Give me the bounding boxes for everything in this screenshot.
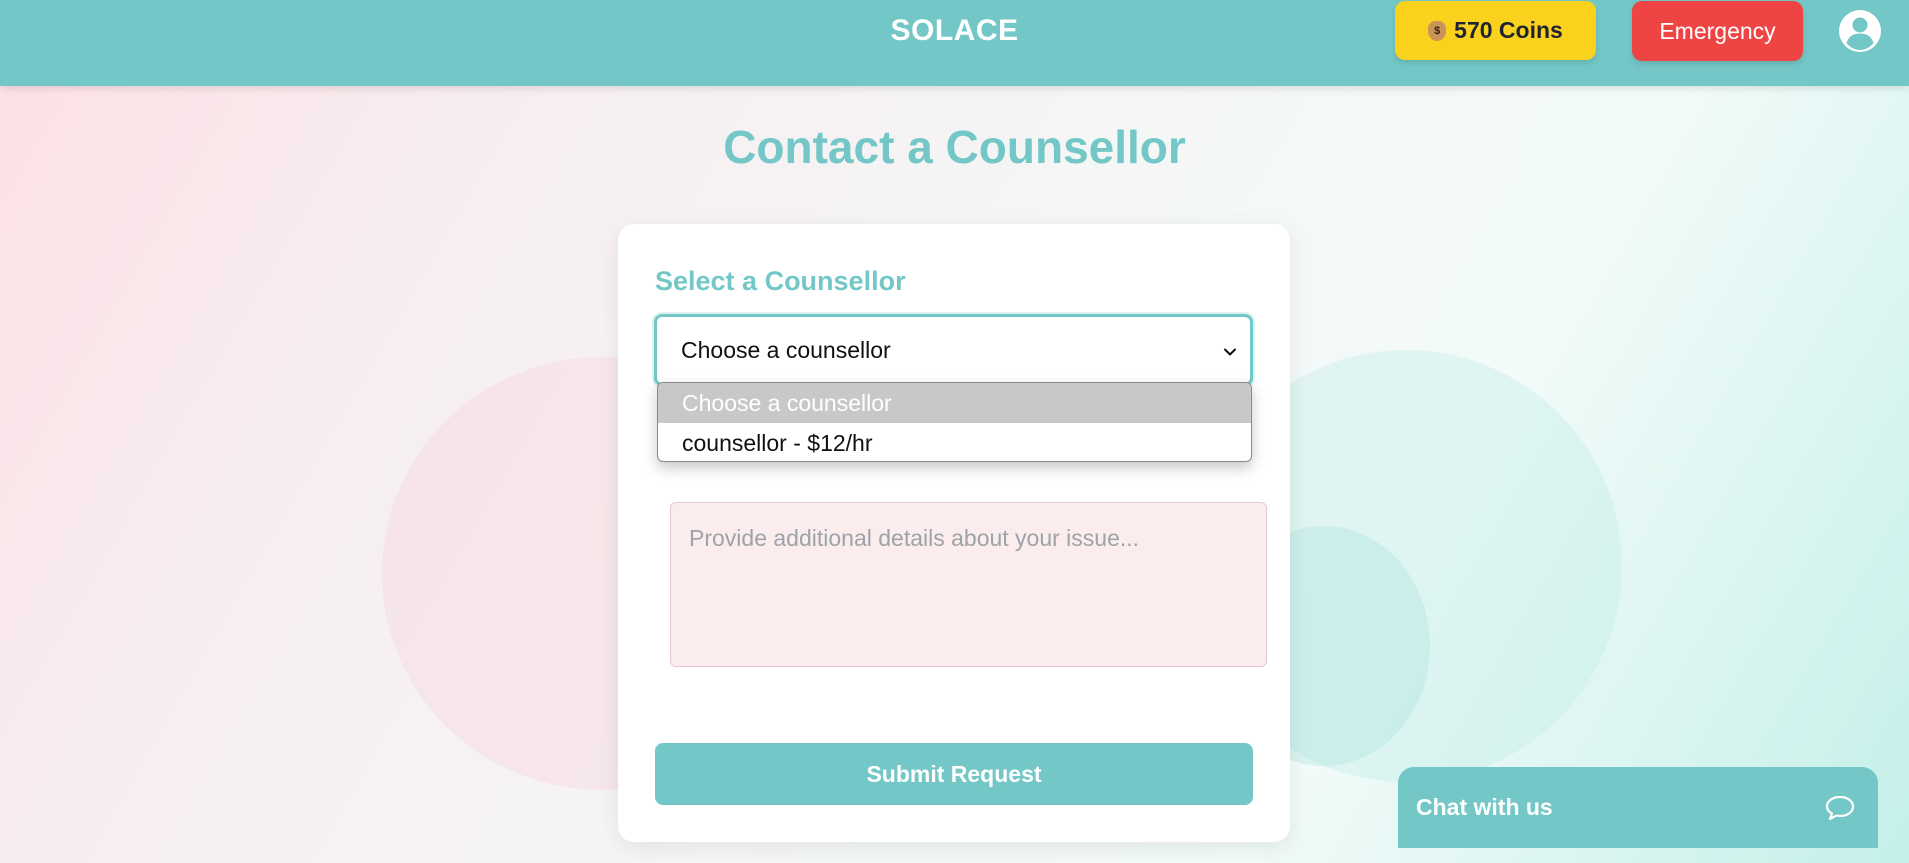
money-bag-icon: $ [1428,20,1447,41]
contact-form-card: Select a Counsellor Choose a counsellor … [618,224,1290,842]
chevron-down-icon [1224,348,1236,356]
submit-request-button[interactable]: Submit Request [655,743,1253,805]
counsellor-field-label: Select a Counsellor [655,266,906,296]
page-title: Contact a Counsellor [723,121,1186,173]
chat-widget-label: Chat with us [1416,794,1553,820]
issue-details-placeholder: Provide additional details about your is… [689,525,1140,551]
chat-bubble-icon [1825,795,1855,821]
counsellor-select-value: Choose a counsellor [681,336,891,363]
emergency-button[interactable]: Emergency [1632,1,1803,61]
brand-logo[interactable]: SOLACE [0,14,1909,48]
counsellor-dropdown-list: Choose a counsellor counsellor - $12/hr [657,382,1252,462]
top-navbar: SOLACE $ 570 Coins Emergency [0,0,1909,86]
counsellor-select[interactable]: Choose a counsellor [654,314,1253,386]
coins-label: 570 Coins [1454,17,1563,43]
user-circle-icon[interactable] [1838,9,1882,53]
dropdown-option[interactable]: Choose a counsellor [658,383,1251,423]
coins-button[interactable]: $ 570 Coins [1395,1,1596,60]
issue-details-textarea[interactable]: Provide additional details about your is… [670,502,1267,667]
dropdown-option[interactable]: counsellor - $12/hr [658,423,1251,461]
chat-widget[interactable]: Chat with us [1398,767,1878,848]
